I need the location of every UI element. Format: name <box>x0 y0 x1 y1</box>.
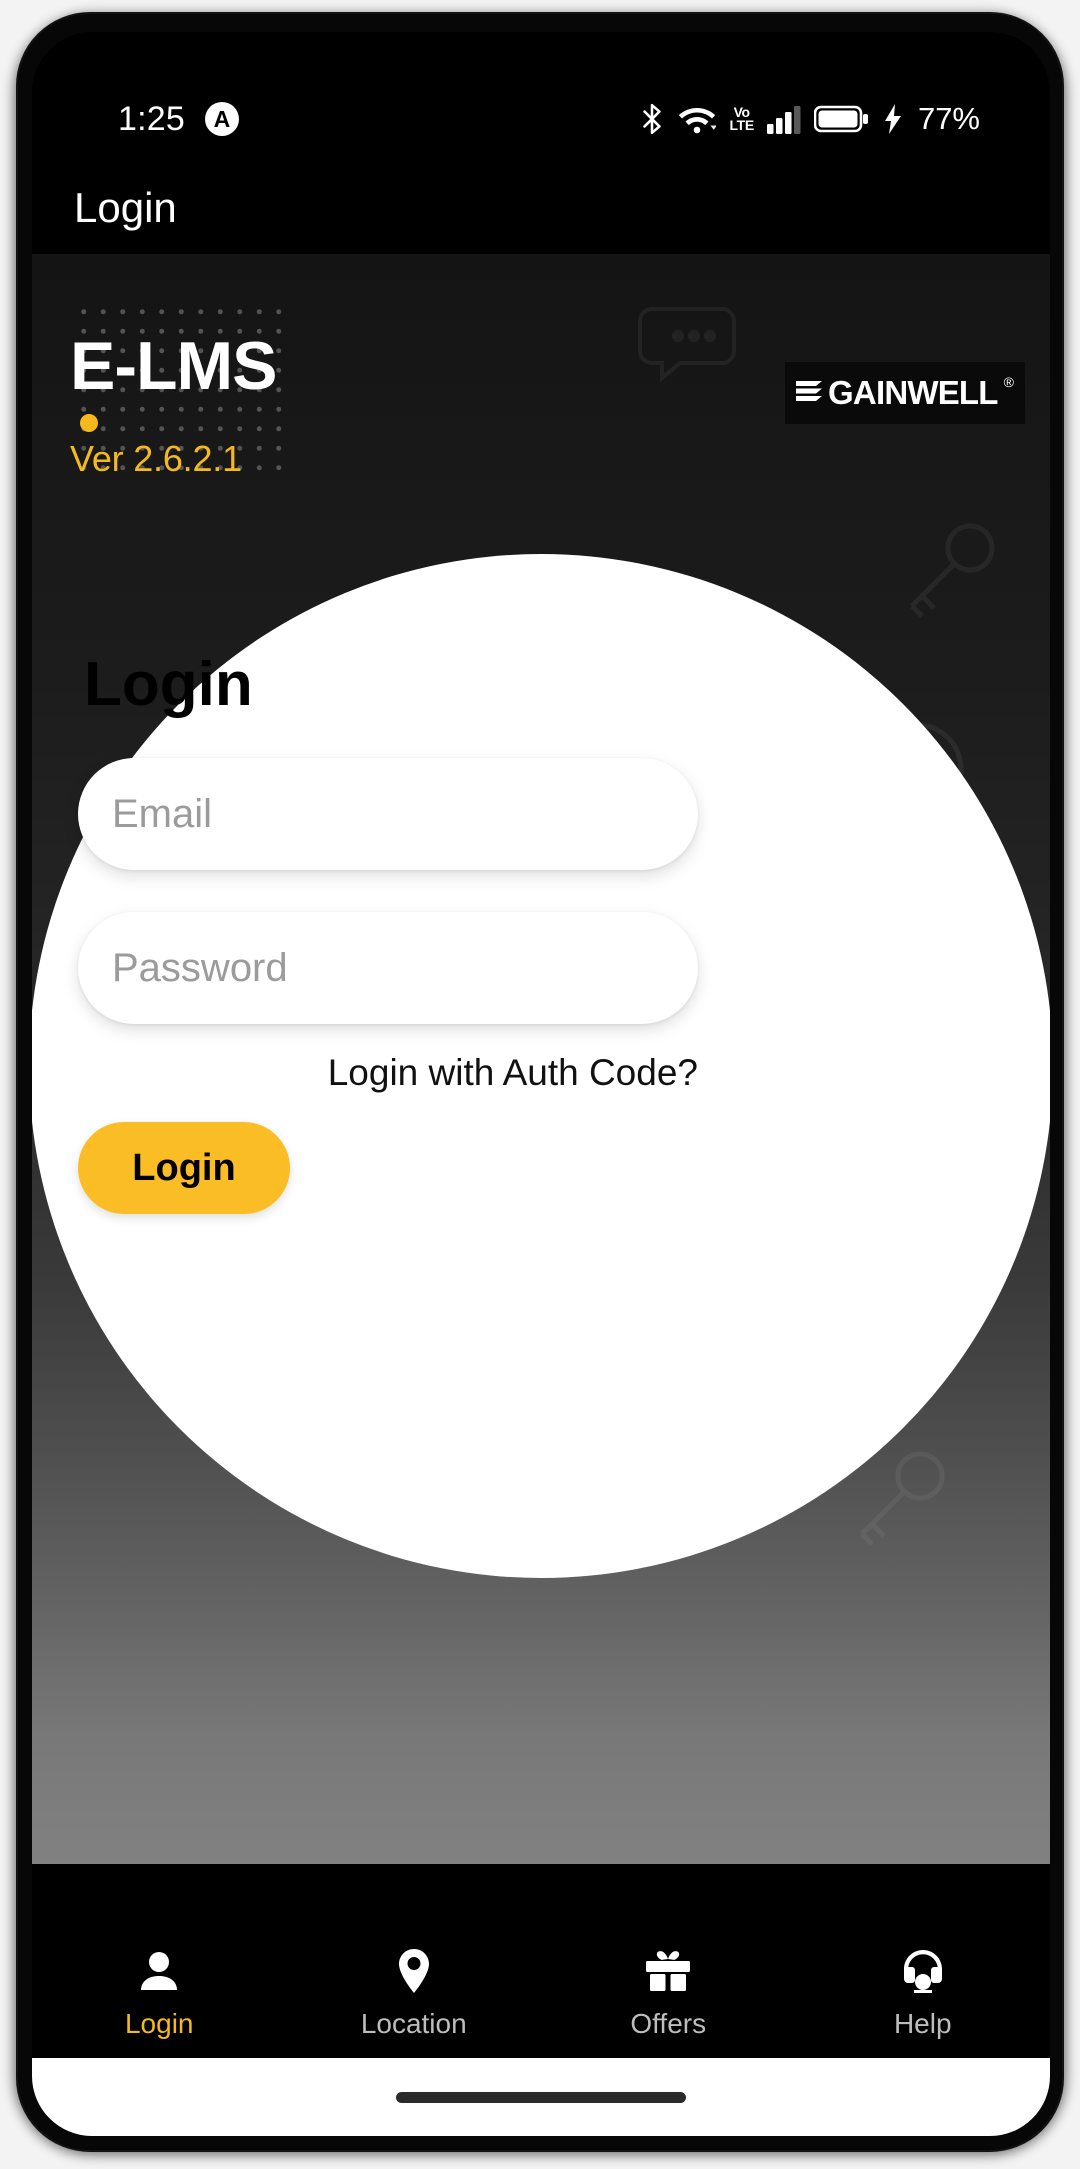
nav-item-help[interactable]: Help <box>796 1948 1051 2040</box>
status-time: 1:25 <box>118 100 185 138</box>
login-submit-button[interactable]: Login <box>78 1122 290 1214</box>
volte-bottom: LTE <box>729 117 754 133</box>
app-bar: Login <box>32 160 1050 256</box>
wifi-icon <box>678 104 717 134</box>
status-bar: 1:25 A Vo LTE 77% <box>32 90 1050 148</box>
nav-item-login[interactable]: Login <box>32 1948 287 2040</box>
hero-panel: E-LMS Ver 2.6.2.1 GAINWELL ® Login Email… <box>32 254 1050 1864</box>
gift-icon <box>644 1948 692 1994</box>
brand-block: E-LMS Ver 2.6.2.1 <box>70 332 490 480</box>
volte-icon: Vo LTE <box>729 105 754 133</box>
login-form: Login Login with Auth Code? Login <box>78 654 698 1214</box>
gesture-home-bar[interactable] <box>396 2091 686 2103</box>
nav-label-offers: Offers <box>630 2008 707 2039</box>
key-watermark-icon <box>892 516 1002 626</box>
brand-accent-dot <box>80 414 98 432</box>
phone-screen: 1:25 A Vo LTE 77% Login E-LMS Ver 2.6.2.… <box>32 32 1050 2136</box>
status-bar-right: Vo LTE 77% <box>639 101 980 137</box>
email-field[interactable] <box>78 758 698 870</box>
registered-mark: ® <box>1003 374 1014 390</box>
bluetooth-icon <box>639 102 665 136</box>
nav-label-location: Location <box>360 2008 467 2039</box>
password-field[interactable] <box>78 912 698 1024</box>
partner-logo: GAINWELL ® <box>785 362 1025 424</box>
nav-item-location[interactable]: Location <box>287 1948 542 2040</box>
charging-bolt-icon <box>883 104 903 134</box>
page-title: Login <box>74 184 177 231</box>
screenshot-root: 1:25 A Vo LTE 77% Login E-LMS Ver 2.6.2.… <box>0 0 1080 2169</box>
login-heading: Login <box>78 654 253 716</box>
app-notification-icon: A <box>204 102 239 136</box>
app-version: Ver 2.6.2.1 <box>70 438 242 479</box>
person-icon <box>136 1948 182 1994</box>
nav-label-login: Login <box>124 2008 194 2039</box>
location-icon <box>393 1948 435 1994</box>
login-heading-text: Login <box>84 650 253 719</box>
bottom-navigation: Login Location Offers Help <box>32 1930 1050 2058</box>
password-input[interactable] <box>112 945 664 991</box>
gainwell-wordmark: GAINWELL <box>828 374 998 411</box>
nav-label-help: Help <box>893 2008 952 2039</box>
signal-icon <box>766 104 801 134</box>
gainwell-mark-icon <box>796 376 823 411</box>
email-input[interactable] <box>112 791 664 837</box>
phone-frame: 1:25 A Vo LTE 77% Login E-LMS Ver 2.6.2.… <box>16 12 1064 2152</box>
gesture-navigation-area <box>32 2058 1050 2136</box>
battery-charging-icon <box>813 104 870 134</box>
nav-item-offers[interactable]: Offers <box>541 1948 796 2040</box>
battery-percent: 77% <box>917 101 980 136</box>
chat-watermark-icon <box>632 294 762 404</box>
headset-icon <box>900 1948 946 1994</box>
auth-code-link[interactable]: Login with Auth Code? <box>78 1052 698 1094</box>
brand-name: E-LMS <box>70 328 278 404</box>
status-bar-left: 1:25 A <box>118 102 239 136</box>
